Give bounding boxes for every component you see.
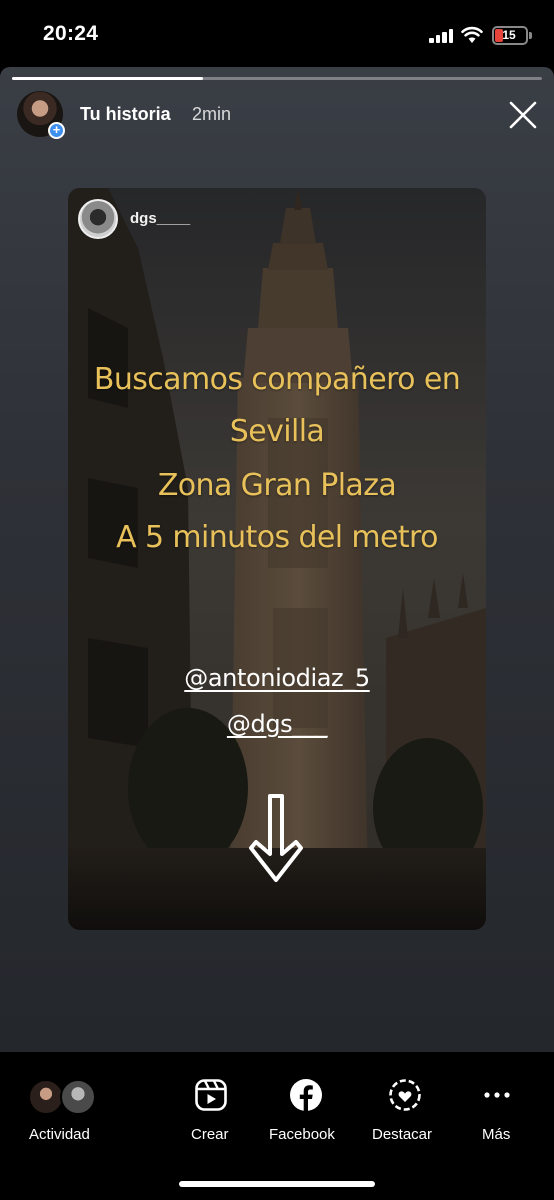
- battery-level: 15: [502, 28, 516, 42]
- mention-link[interactable]: @antoniodiaz_5: [68, 664, 486, 692]
- story-text-line: Zona Gran Plaza: [157, 468, 397, 503]
- story-card[interactable]: dgs____ Buscamos compañero en Sevilla Zo…: [68, 188, 486, 930]
- story-text-line: A 5 minutos del metro: [116, 520, 438, 555]
- story-action-bar: Actividad Crear Facebook Destacar Más: [0, 1052, 554, 1200]
- facebook-icon: [290, 1079, 322, 1111]
- arrow-down-icon: [249, 794, 303, 882]
- reels-icon: [195, 1079, 227, 1111]
- add-story-plus-icon[interactable]: +: [48, 122, 65, 139]
- activity-label: Actividad: [29, 1126, 90, 1143]
- story-progress-fill: [12, 77, 203, 80]
- create-label: Crear: [191, 1126, 229, 1143]
- highlight-label: Destacar: [372, 1126, 433, 1143]
- card-user-avatar[interactable]: [78, 199, 118, 239]
- story-viewer[interactable]: + Tu historia 2min dgs____ Buscamos comp…: [0, 67, 554, 1052]
- card-username[interactable]: dgs____: [130, 210, 190, 227]
- more-dots-icon: [484, 1092, 510, 1098]
- battery-icon: 15: [492, 26, 528, 45]
- status-bar: 20:24 15: [0, 0, 554, 68]
- close-icon[interactable]: [505, 97, 541, 133]
- mention-link[interactable]: @dgs___: [68, 710, 486, 738]
- avatar: [28, 1079, 64, 1115]
- story-progress-bar: [12, 77, 542, 80]
- story-timestamp: 2min: [192, 104, 232, 124]
- story-owner-title[interactable]: Tu historia: [80, 104, 171, 125]
- avatar: [60, 1079, 96, 1115]
- home-indicator[interactable]: [179, 1181, 375, 1187]
- highlight-heart-icon: [389, 1079, 421, 1111]
- wifi-icon: [461, 26, 483, 43]
- story-text-line: Sevilla: [229, 414, 325, 449]
- cellular-signal-icon: [429, 29, 455, 43]
- status-time: 20:24: [43, 22, 99, 45]
- facebook-label: Facebook: [269, 1126, 335, 1143]
- more-label: Más: [482, 1126, 511, 1143]
- story-text-line: Buscamos compañero en: [93, 362, 461, 397]
